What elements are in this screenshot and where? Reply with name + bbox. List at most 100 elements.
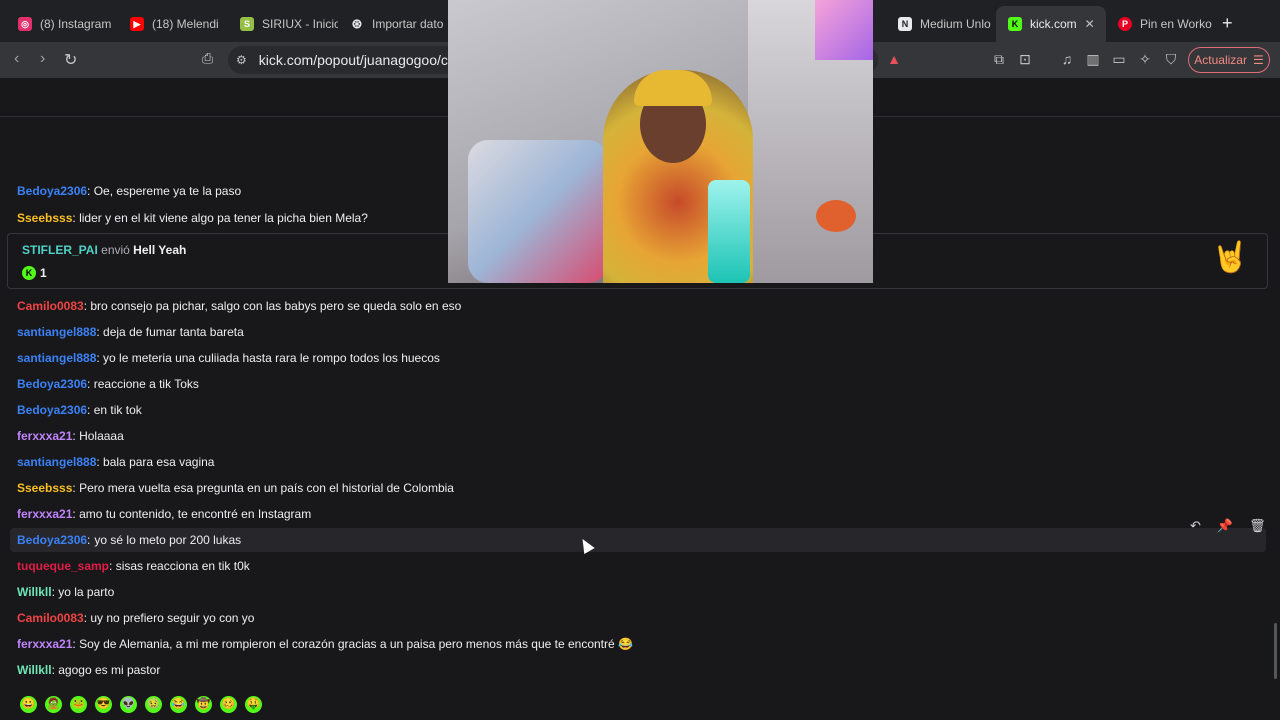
emote-button[interactable]: 😎 [95,696,112,713]
tab-youtube[interactable]: ▶ (18) Melendi [118,6,230,42]
chat-username[interactable]: tuqueque_samp [17,559,109,573]
tab-siriux[interactable]: S SIRIUX - Inicio [228,6,338,42]
wallet-icon[interactable]: ▭ [1111,51,1127,67]
tab-instagram[interactable]: ◎ (8) Instagram [6,6,118,42]
chat-username[interactable]: Willkll [17,585,52,599]
update-button[interactable]: Actualizar ☰ [1188,47,1270,73]
bookmark-icon[interactable]: ⎙ [202,50,213,67]
chat-message: Willkll: yo la parto [17,585,115,599]
tab-title: Medium Unlo [920,17,991,31]
menu-icon: ☰ [1252,53,1264,67]
chat-text: en tik tok [93,403,142,417]
chat-text: lider y en el kit viene algo pa tener la… [79,211,368,225]
reload-icon[interactable]: ↻ [64,50,77,70]
chat-username[interactable]: Sseebsss [17,481,72,495]
emote-button[interactable]: 🥴 [220,696,237,713]
picture-in-picture-video[interactable] [448,0,873,283]
emote-button[interactable]: 😂 [170,696,187,713]
delete-icon[interactable]: 🗑 [1249,518,1266,534]
pin-icon[interactable]: 📌 [1217,518,1233,534]
rock-hand-icon: 🤘 [1211,241,1249,274]
tab-kick[interactable]: K kick.com ✕ [996,6,1106,42]
tab-pinterest[interactable]: P Pin en Worko [1106,6,1216,42]
video-pillow [468,140,608,283]
sidebar-icon[interactable]: ▥ [1085,51,1101,67]
shopify-icon: S [240,17,254,31]
reply-icon[interactable]: ↶ [1190,518,1201,534]
emote-button[interactable]: 🤢 [145,696,162,713]
gift-item: Hell Yeah [133,243,187,257]
chat-message: Camilo0083: bro consejo pa pichar, salgo… [17,299,462,313]
gift-count-row: K 1 [22,266,47,280]
emote-button[interactable]: 🐸 [70,696,87,713]
gift-verb: envió [101,243,130,257]
chat-message: Sseebsss: Pero mera vuelta esa pregunta … [17,481,454,495]
tab-title: (8) Instagram [40,17,112,31]
emote-button[interactable]: 🧟 [45,696,62,713]
chat-message: tuqueque_samp: sisas reacciona en tik t0… [17,559,250,573]
chat-username[interactable]: ferxxxa21 [17,637,72,651]
chat-username[interactable]: santiangel888 [17,325,96,339]
screenshot-icon[interactable]: ⊡ [1017,51,1033,67]
extensions-icon[interactable]: ⧉ [991,51,1007,67]
chat-username[interactable]: Camilo0083 [17,611,84,625]
pinterest-icon: P [1118,17,1132,31]
kick-icon: K [1008,17,1022,31]
chat-username[interactable]: Bedoya2306 [17,533,87,547]
chat-message: ferxxxa21: Soy de Alemania, a mi me romp… [17,637,633,651]
chat-text: bro consejo pa pichar, salgo con las bab… [90,299,462,313]
chat-username[interactable]: santiangel888 [17,455,96,469]
tab-title: kick.com [1030,17,1077,31]
chat-scrollbar[interactable] [1274,623,1277,679]
emote-button[interactable]: 🤑 [245,696,262,713]
chat-username[interactable]: Bedoya2306 [17,377,87,391]
chat-username[interactable]: Bedoya2306 [17,403,87,417]
openai-icon: ⊛ [351,16,363,31]
chat-text: yo sé lo meto por 200 lukas [94,533,242,547]
shield-icon[interactable]: ⛉ [1163,51,1179,67]
close-tab-icon[interactable]: ✕ [1085,17,1095,31]
back-icon[interactable]: ‹ [14,50,19,68]
tab-title: Pin en Worko [1140,17,1212,31]
chat-message: Bedoya2306: en tik tok [17,403,142,417]
chat-username[interactable]: Camilo0083 [17,299,84,313]
tab-medium[interactable]: N Medium Unlo [886,6,996,42]
gift-username[interactable]: STIFLER_PAI [22,243,98,257]
brave-rewards-icon[interactable]: ▲ [886,51,902,67]
chat-username[interactable]: Willkll [17,663,52,677]
chat-username[interactable]: Sseebsss [17,211,72,225]
forward-icon[interactable]: › [40,50,45,68]
chat-username[interactable]: Bedoya2306 [17,184,87,198]
ai-sparkle-icon[interactable]: ✧ [1137,51,1153,67]
chat-message: santiangel888: bala para esa vagina [17,455,215,469]
chat-username[interactable]: ferxxxa21 [17,507,72,521]
youtube-icon: ▶ [130,17,144,31]
emote-button[interactable]: 👽 [120,696,137,713]
message-actions: ↶ 📌 🗑 [1190,518,1266,534]
url-text: kick.com/popout/juanagogoo/cha [258,52,464,68]
site-info-icon[interactable]: ⚙ [236,53,247,67]
chat-text: yo le meteria una culiiada hasta rara le… [103,351,440,365]
chat-username[interactable]: ferxxxa21 [17,429,72,443]
chat-text: sisas reacciona en tik t0k [115,559,250,573]
chat-message: Willkll: agogo es mi pastor [17,663,161,677]
emote-button[interactable]: 😀 [20,696,37,713]
emote-button[interactable]: 🤠 [195,696,212,713]
chat-text: bala para esa vagina [103,455,215,469]
new-tab-icon[interactable]: + [1222,14,1233,32]
chat-text: yo la parto [58,585,115,599]
chat-text: reaccione a tik Toks [93,377,199,391]
notion-icon: N [898,17,912,31]
chat-text: uy no prefiero seguir yo con yo [90,611,255,625]
chat-message: ferxxxa21: Holaaaa [17,429,124,443]
chat-message: santiangel888: deja de fumar tanta baret… [17,325,244,339]
music-icon[interactable]: ♫ [1059,51,1075,67]
video-screen [815,0,873,60]
chat-message: santiangel888: yo le meteria una culiiad… [17,351,440,365]
tab-importar[interactable]: ⊛ Importar dato [338,6,448,42]
chat-text: deja de fumar tanta bareta [103,325,244,339]
gift-count: 1 [40,266,47,280]
chat-message-hovered[interactable]: Bedoya2306: yo sé lo meto por 200 lukas [10,528,1266,552]
emote-bar: 😀 🧟 🐸 😎 👽 🤢 😂 🤠 🥴 🤑 [20,696,262,713]
chat-username[interactable]: santiangel888 [17,351,96,365]
